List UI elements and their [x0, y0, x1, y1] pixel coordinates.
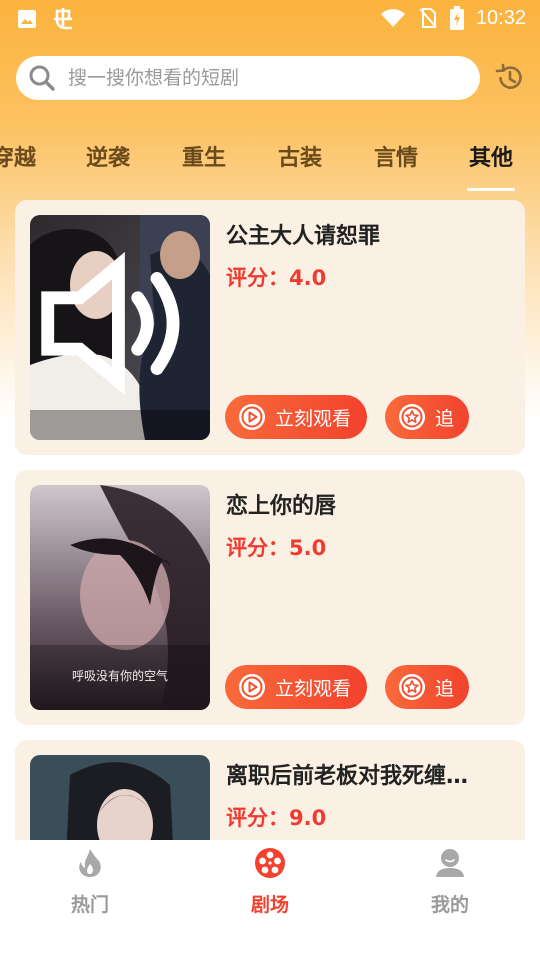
tab-chuanyue[interactable]: 穿越: [0, 140, 36, 172]
play-icon: [239, 674, 265, 700]
active-tab-indicator: [467, 188, 515, 191]
star-icon: [399, 674, 425, 700]
star-icon: [399, 404, 425, 430]
nav-mine[interactable]: 我的: [400, 846, 500, 917]
drama-card[interactable]: 公主大人请恕罪 评分：4.0 立刻观看 追: [15, 200, 525, 455]
tab-nixi[interactable]: 逆袭: [86, 140, 130, 172]
nav-mine-label: 我的: [430, 894, 469, 916]
search-row: [16, 56, 526, 102]
no-sim-icon: [419, 8, 437, 28]
watch-now-label: 立刻观看: [275, 677, 352, 700]
tab-guzhuang[interactable]: 古装: [278, 140, 322, 172]
tab-qita[interactable]: 其他: [469, 140, 513, 172]
video-subtitle: 呼吸没有你的空气: [71, 669, 168, 683]
drama-title[interactable]: 离职后前老板对我死缠…: [226, 758, 511, 790]
bottom-navigation: 热门 剧场 我的: [0, 840, 540, 960]
nav-theater[interactable]: 剧场: [220, 846, 320, 917]
film-reel-icon: [255, 848, 285, 878]
nav-hot-label: 热门: [70, 894, 109, 916]
battery-icon: [449, 6, 464, 30]
wifi-icon: [380, 9, 405, 27]
drama-title[interactable]: 恋上你的唇: [226, 488, 511, 520]
drama-title[interactable]: 公主大人请恕罪: [226, 218, 511, 250]
drama-thumbnail[interactable]: [30, 215, 210, 440]
user-icon: [436, 849, 464, 877]
follow-label: 追: [435, 407, 455, 430]
category-tabs: 穿越 逆袭 重生 古装 言情 其他: [0, 132, 540, 192]
status-bar: 10:32: [0, 0, 540, 38]
follow-label: 追: [435, 677, 455, 700]
tab-chongsheng[interactable]: 重生: [182, 140, 226, 172]
follow-button[interactable]: 追: [385, 395, 469, 439]
nav-hot[interactable]: 热门: [40, 846, 140, 917]
search-icon: [29, 65, 55, 91]
fire-icon: [79, 849, 101, 877]
image-notification-icon: [18, 10, 36, 28]
watch-now-button[interactable]: 立刻观看: [225, 395, 367, 439]
drama-rating: 评分：4.0: [226, 266, 327, 290]
search-box[interactable]: [16, 56, 480, 100]
bug-notification-icon: [54, 8, 72, 30]
watch-now-label: 立刻观看: [275, 407, 352, 430]
drama-card[interactable]: 呼吸没有你的空气 恋上你的唇 评分：5.0 立刻观看 追: [15, 470, 525, 725]
history-icon[interactable]: [494, 62, 526, 94]
search-input[interactable]: [68, 56, 468, 100]
follow-button[interactable]: 追: [385, 665, 469, 709]
watch-now-button[interactable]: 立刻观看: [225, 665, 367, 709]
nav-theater-label: 剧场: [250, 894, 289, 916]
speaker-icon[interactable]: [30, 215, 202, 436]
play-icon: [239, 404, 265, 430]
status-time: 10:32: [475, 6, 526, 29]
drama-rating: 评分：5.0: [226, 536, 327, 560]
tab-yanqing[interactable]: 言情: [374, 140, 418, 172]
drama-thumbnail[interactable]: 呼吸没有你的空气: [30, 485, 210, 710]
drama-rating: 评分：9.0: [226, 806, 327, 830]
